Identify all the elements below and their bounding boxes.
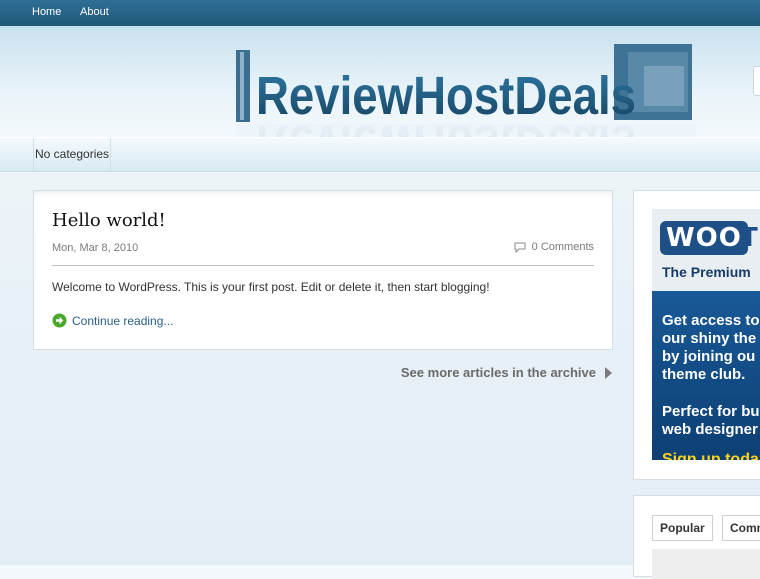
continue-reading-link[interactable]: Continue reading... (52, 313, 173, 328)
post-card: Hello world! Mon, Mar 8, 2010 0 Comments… (33, 190, 613, 350)
banner-signup: Sign up toda (662, 451, 759, 460)
banner-headline: The Premium (662, 264, 751, 280)
post-divider (52, 265, 594, 266)
woothemes-banner[interactable]: WOO TH The Premium Get access to our shi… (652, 209, 760, 460)
search-input[interactable] (753, 66, 760, 96)
comments-count: 0 Comments (531, 241, 594, 253)
post-date: Mon, Mar 8, 2010 (52, 242, 139, 254)
archive-link[interactable]: See more articles in the archive (340, 365, 612, 380)
banner-copy-1: Get access to our shiny the by joining o… (662, 312, 760, 383)
woo-logo-suffix: TH (740, 223, 760, 253)
woo-logo: WOO (660, 221, 748, 255)
banner-copy-2: Perfect for bu web designer (662, 403, 760, 438)
continue-reading-label: Continue reading... (72, 313, 174, 328)
post-title[interactable]: Hello world! (52, 210, 166, 231)
site-logo[interactable]: ReviewHostDeals ReviewHostDeals (236, 44, 696, 140)
site-header: ReviewHostDeals ReviewHostDeals (0, 26, 760, 140)
comments-link[interactable]: 0 Comments (514, 241, 594, 253)
comment-icon (514, 242, 526, 253)
post-excerpt: Welcome to WordPress. This is your first… (52, 280, 490, 294)
arrow-right-circle-icon (52, 313, 67, 328)
category-item[interactable]: No categories (33, 138, 112, 171)
sidebar-ad-widget: WOO TH The Premium Get access to our shi… (633, 190, 760, 480)
tab-comments[interactable]: Comm (722, 515, 760, 541)
top-navigation: Home About (0, 0, 760, 26)
category-bar: No categories (0, 137, 760, 172)
tab-panel (652, 549, 760, 579)
tab-popular[interactable]: Popular (652, 515, 713, 541)
nav-about-link[interactable]: About (80, 6, 109, 18)
nav-home-link[interactable]: Home (32, 6, 61, 18)
archive-label: See more articles in the archive (400, 365, 596, 380)
triangle-right-icon (605, 366, 612, 379)
